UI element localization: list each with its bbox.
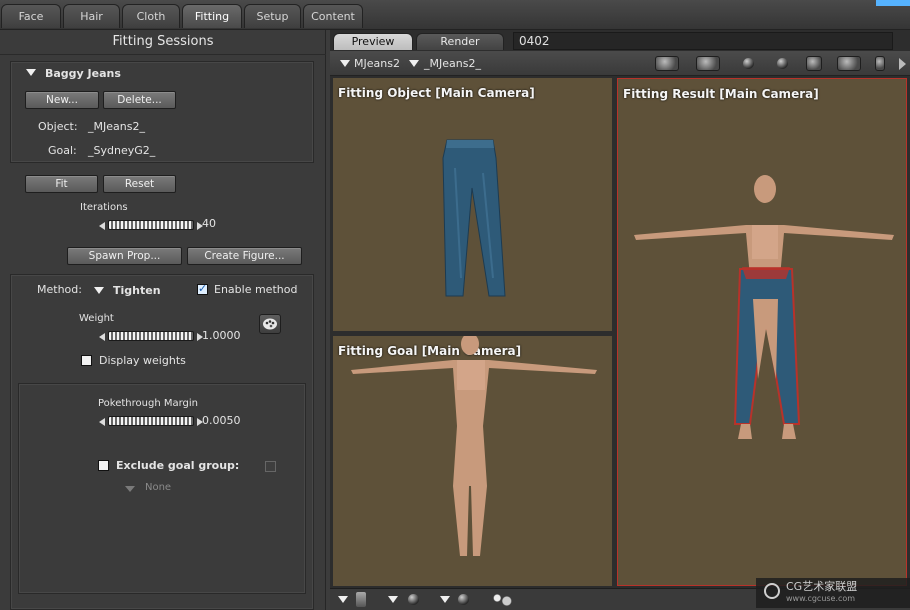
move-icon[interactable]	[837, 56, 861, 71]
method-dropdown[interactable]: Tighten	[113, 284, 161, 297]
group-dropdown-icon[interactable]	[125, 486, 135, 492]
figure-selector[interactable]: _MJeans2_	[424, 57, 481, 70]
display-mode-icon[interactable]	[388, 596, 398, 603]
tab-face[interactable]: Face	[1, 4, 61, 28]
shading-ball-icon[interactable]	[458, 594, 469, 605]
tab-cloth[interactable]: Cloth	[122, 4, 180, 28]
poser-cloth-room: Face Hair Cloth Fitting Setup Content Fi…	[0, 0, 910, 610]
camera-controls-icon[interactable]	[696, 56, 720, 71]
weight-label: Weight	[79, 313, 114, 324]
jeans-model	[442, 139, 506, 297]
session-expand-icon[interactable]	[26, 69, 36, 76]
camera-selector-icon[interactable]	[338, 596, 348, 603]
fit-button[interactable]: Fit	[25, 175, 98, 193]
reset-button[interactable]: Reset	[103, 175, 176, 193]
display-weights-checkbox[interactable]	[81, 355, 92, 366]
exclude-goal-group-picker[interactable]	[265, 461, 276, 472]
fitting-object-viewport[interactable]: Fitting Object [Main Camera]	[333, 78, 612, 331]
watermark: CG艺术家联盟 www.cgcuse.com	[756, 578, 910, 608]
method-label: Method:	[37, 283, 82, 296]
toolbar-more-icon[interactable]	[899, 58, 906, 70]
room-tab-bar: Face Hair Cloth Fitting Setup Content	[0, 0, 910, 30]
preview-area: Preview Render 0402 MJeans2 _MJeans2_ Fi…	[330, 30, 910, 610]
render-tab[interactable]: Render	[416, 33, 504, 50]
exclude-goal-group-dropdown[interactable]: None	[145, 482, 171, 493]
camera-icon[interactable]	[655, 56, 679, 71]
weight-slider[interactable]	[99, 331, 203, 341]
method-dropdown-icon[interactable]	[94, 287, 104, 294]
object-value[interactable]: _MJeans2_	[88, 120, 145, 133]
fitting-goal-viewport[interactable]: Fitting Goal [Main Camera]	[333, 336, 612, 586]
tab-setup[interactable]: Setup	[244, 4, 301, 28]
paint-weights-button[interactable]	[259, 314, 281, 334]
object-selector-icon[interactable]	[340, 60, 350, 67]
enable-method-label: Enable method	[214, 283, 298, 296]
tab-fitting[interactable]: Fitting	[182, 4, 242, 28]
panel-title-divider	[0, 54, 326, 55]
result-figure-model	[634, 175, 894, 439]
object-label: Object:	[38, 120, 78, 133]
render-ball-icon[interactable]	[408, 594, 419, 605]
display-weights-label: Display weights	[99, 354, 186, 367]
pokethrough-label: Pokethrough Margin	[98, 398, 199, 409]
tab-hair[interactable]: Hair	[63, 4, 120, 28]
watermark-logo-icon	[764, 583, 780, 599]
pokethrough-slider[interactable]	[99, 416, 203, 426]
weight-value[interactable]: 1.0000	[202, 329, 241, 342]
watermark-title: CG艺术家联盟	[786, 580, 858, 593]
object-selector[interactable]: MJeans2	[354, 57, 400, 70]
enable-method-checkbox[interactable]	[197, 282, 208, 295]
create-figure-button[interactable]: Create Figure...	[187, 247, 302, 265]
panel-title: Fitting Sessions	[112, 34, 214, 49]
exclude-goal-checkbox[interactable]	[98, 460, 109, 471]
figure-selector-icon[interactable]	[409, 60, 419, 67]
material-ball-icon[interactable]	[777, 58, 788, 69]
palette-icon	[263, 318, 277, 330]
preview-toolbar: MJeans2 _MJeans2_	[330, 51, 910, 76]
preview-tab[interactable]: Preview	[333, 33, 413, 50]
goal-figure-model	[351, 336, 597, 556]
iterations-slider[interactable]	[99, 220, 203, 230]
multi-balls-icon[interactable]	[490, 592, 514, 607]
iterations-label: Iterations	[80, 202, 128, 213]
goal-value[interactable]: _SydneyG2_	[88, 144, 155, 157]
fitting-result-viewport[interactable]: Fitting Result [Main Camera]	[617, 78, 907, 586]
zoom-icon[interactable]	[875, 56, 885, 71]
shading-mode-icon[interactable]	[440, 596, 450, 603]
delete-session-button[interactable]: Delete...	[103, 91, 176, 109]
tab-content[interactable]: Content	[303, 4, 363, 28]
exclude-goal-label: Exclude goal group:	[116, 459, 240, 472]
pokethrough-value[interactable]: 0.0050	[202, 414, 241, 427]
figure-lock-icon[interactable]	[356, 592, 366, 607]
spawn-prop-button[interactable]: Spawn Prop...	[67, 247, 182, 265]
fitting-sessions-panel: Fitting Sessions Baggy Jeans New... Dele…	[0, 30, 326, 610]
frame-field[interactable]: 0402	[513, 32, 893, 50]
iterations-value[interactable]: 40	[202, 217, 216, 230]
goal-label: Goal:	[48, 144, 77, 157]
new-session-button[interactable]: New...	[25, 91, 99, 109]
session-name[interactable]: Baggy Jeans	[45, 67, 121, 80]
light-icon[interactable]	[743, 58, 754, 69]
display-style-icon[interactable]	[806, 56, 822, 71]
watermark-url: www.cgcuse.com	[786, 594, 856, 603]
window-accent	[876, 0, 910, 6]
